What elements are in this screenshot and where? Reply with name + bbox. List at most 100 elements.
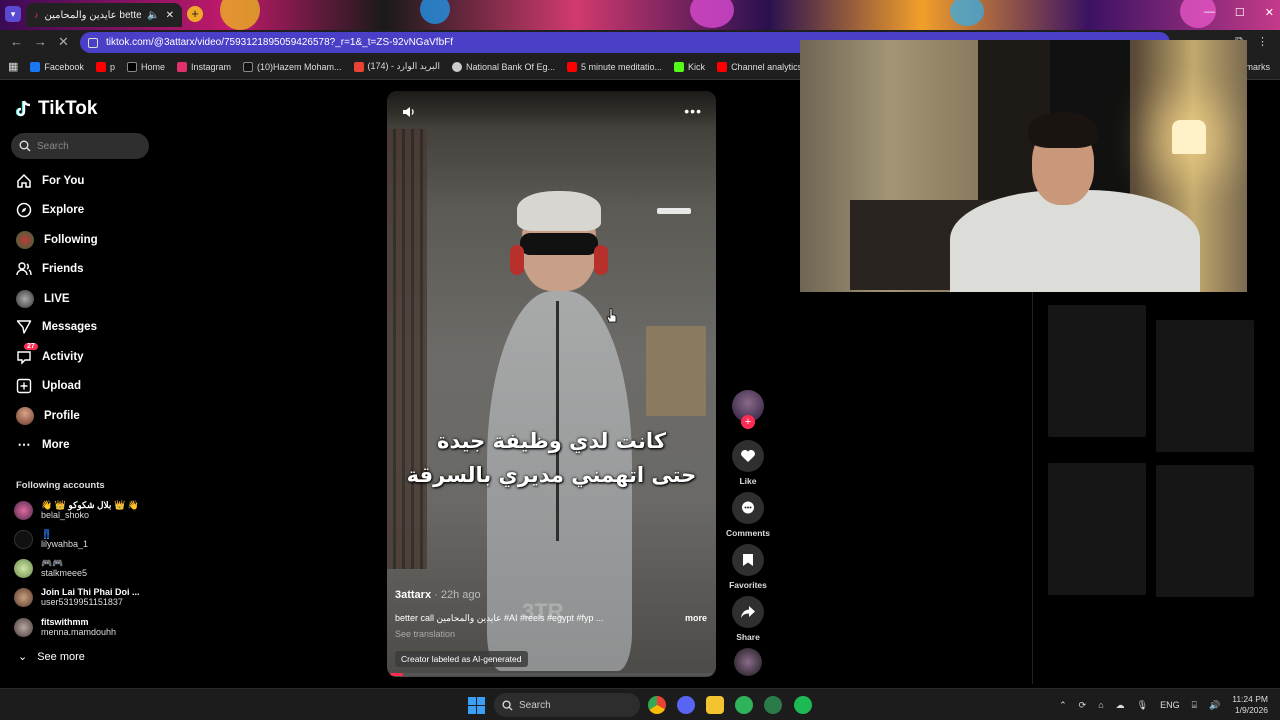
discord-icon[interactable]	[677, 696, 695, 714]
account-handle: user5319951151837	[41, 597, 123, 607]
tiktok-logo-icon	[16, 100, 31, 117]
bookmark-item[interactable]: National Bank Of Eg...	[451, 61, 555, 72]
nav-friends[interactable]: Friends	[16, 261, 84, 277]
bookmark-item[interactable]: Home	[126, 61, 165, 72]
description-more-button[interactable]: more	[685, 613, 707, 624]
video-author[interactable]: 3attarx · 22h ago	[395, 589, 707, 601]
site-info-icon[interactable]	[88, 37, 98, 48]
following-account[interactable]: 👖 lilywahba_1	[14, 529, 88, 549]
nav-live[interactable]: LIVE	[16, 290, 70, 308]
nav-activity[interactable]: 27 Activity	[16, 343, 84, 365]
search-icon	[19, 140, 31, 152]
bookmark-item[interactable]: p	[95, 61, 115, 72]
language-indicator[interactable]: ENG	[1160, 700, 1180, 710]
speaker-icon[interactable]: 🔈	[147, 10, 159, 21]
share-icon	[732, 596, 764, 628]
nav-profile[interactable]: Profile	[16, 407, 80, 425]
clock[interactable]: 11:24 PM 1/9/2026	[1232, 694, 1268, 716]
follow-plus-icon[interactable]: +	[741, 415, 755, 429]
related-tile[interactable]	[1048, 463, 1146, 595]
following-account[interactable]: 👋 👑 بلال شكوكو 👑 👋 belal_shoko	[14, 500, 139, 520]
more-options-icon[interactable]: •••	[684, 103, 702, 119]
app-icon[interactable]	[764, 696, 782, 714]
webcam-person-body	[950, 190, 1200, 292]
tray-app-icon[interactable]: ⟳	[1079, 700, 1087, 711]
see-translation-link[interactable]: See translation	[395, 629, 707, 639]
decor-blob	[220, 0, 260, 30]
minimize-icon[interactable]: —	[1204, 6, 1215, 19]
gmail-icon	[353, 61, 364, 72]
favorites-button[interactable]: Favorites	[724, 544, 772, 590]
forward-icon[interactable]: →	[34, 34, 47, 49]
panel-divider	[1032, 292, 1033, 684]
nav-for-you[interactable]: For You	[16, 173, 84, 189]
youtube-icon	[95, 61, 106, 72]
tray-app-icon[interactable]: ⌂	[1098, 700, 1103, 710]
bookmark-item[interactable]: Facebook	[30, 61, 84, 72]
nav-upload[interactable]: Upload	[16, 378, 81, 394]
share-button[interactable]: Share	[724, 596, 772, 642]
network-icon[interactable]: ⌸	[1192, 700, 1197, 711]
nav-messages[interactable]: Messages	[16, 319, 97, 335]
tiktok-logo[interactable]: TikTok	[16, 98, 97, 120]
decor-blob	[690, 0, 734, 28]
apps-grid-icon[interactable]: ▦	[8, 60, 18, 73]
related-tile[interactable]	[1156, 320, 1254, 452]
browser-tab-active[interactable]: ♪ عايدين والمحامين better call 🔈 ✕	[26, 3, 182, 27]
search-input[interactable]: Search	[11, 133, 149, 159]
maximize-icon[interactable]: ☐	[1235, 6, 1245, 19]
nav-more[interactable]: ⋯ More	[16, 437, 70, 453]
related-tile[interactable]	[1048, 305, 1146, 437]
see-more-label: See more	[37, 650, 85, 663]
chrome-icon[interactable]	[648, 696, 666, 714]
webcam-person-hair	[1028, 112, 1098, 148]
new-tab-button[interactable]: +	[187, 6, 203, 22]
tab-search-button[interactable]: ▾	[5, 6, 21, 22]
bookmark-item[interactable]: Kick	[674, 61, 705, 72]
close-window-icon[interactable]: ✕	[1265, 6, 1274, 19]
following-account[interactable]: fitswithmm menna.mamdouhh	[14, 617, 116, 637]
tab-close-icon[interactable]: ✕	[166, 10, 174, 21]
windows-start-icon[interactable]	[468, 697, 485, 714]
related-tile[interactable]	[1156, 465, 1254, 597]
tab-title: عايدين والمحامين better call	[44, 9, 142, 21]
tray-chevron-icon[interactable]: ⌃	[1059, 700, 1067, 711]
account-name: Join Lai Thi Phai Doi ...	[41, 587, 140, 597]
like-button[interactable]: Like	[724, 440, 772, 486]
stop-icon[interactable]: ✕	[58, 34, 69, 50]
bookmark-label: Facebook	[44, 61, 84, 72]
bookmark-label: Instagram	[190, 61, 231, 72]
following-account[interactable]: 🎮🎮 stalkmeee5	[14, 558, 87, 578]
spotify-icon[interactable]	[794, 696, 812, 714]
volume-button[interactable]	[401, 105, 415, 124]
nav-explore[interactable]: Explore	[16, 202, 84, 218]
instagram-icon	[176, 61, 187, 72]
clock-time: 11:24 PM	[1232, 694, 1268, 704]
comments-button[interactable]: Comments	[724, 492, 772, 538]
file-explorer-icon[interactable]	[706, 696, 724, 714]
taskbar-search[interactable]: Search	[494, 693, 640, 717]
app-icon[interactable]	[735, 696, 753, 714]
bookmark-item[interactable]: Instagram	[176, 61, 231, 72]
video-player[interactable]: ••• كانت لدي وظيفة جيدة حتى اتهمني مديري…	[387, 91, 716, 677]
compass-icon	[16, 202, 32, 218]
hand-cursor-icon	[606, 308, 617, 323]
bookmark-icon	[732, 544, 764, 576]
nav-following[interactable]: Following	[16, 231, 98, 249]
bookmark-item[interactable]: 5 minute meditatio...	[567, 61, 662, 72]
see-more-button[interactable]: ⌄ See more	[18, 650, 85, 664]
logo-text: TikTok	[38, 98, 98, 119]
menu-icon[interactable]: ⋮	[1257, 35, 1268, 48]
tray-cloud-icon[interactable]: ☁	[1116, 700, 1125, 711]
music-disc-button[interactable]	[724, 648, 772, 676]
video-progress-bar[interactable]	[390, 673, 713, 676]
following-account[interactable]: Join Lai Thi Phai Doi ... user53199511518…	[14, 587, 140, 607]
bookmark-item[interactable]: (10)Hazem Moham...	[243, 61, 342, 72]
mic-icon[interactable]: 🎙	[1137, 700, 1148, 711]
bookmark-item[interactable]: (174) - البريد الوارد	[353, 61, 440, 72]
friends-icon	[16, 261, 32, 277]
back-icon[interactable]: ←	[10, 34, 23, 49]
nav-label: Profile	[44, 410, 80, 422]
creator-avatar-button[interactable]: +	[724, 390, 772, 429]
volume-icon[interactable]: 🔊	[1209, 700, 1220, 711]
